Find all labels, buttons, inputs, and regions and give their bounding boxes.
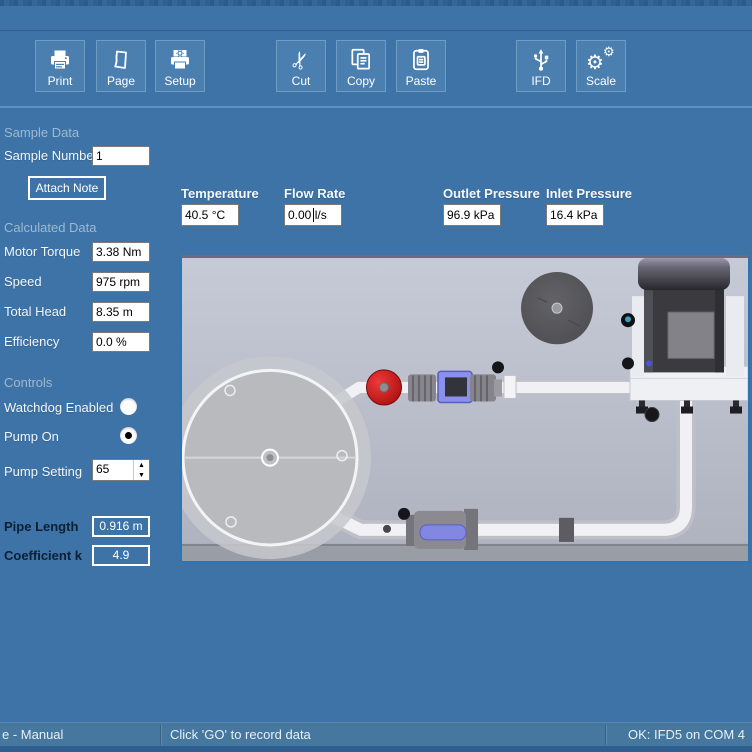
scissors-icon: ✂ [277, 45, 325, 75]
printer-icon [36, 45, 84, 75]
watchdog-enabled-label: Watchdog Enabled [4, 400, 113, 415]
motor-torque-value: 3.38 Nm [92, 242, 150, 262]
flow-control-valve-red [367, 370, 402, 405]
setup-button-label: Setup [164, 75, 195, 88]
efficiency-value: 0.0 % [92, 332, 150, 352]
cut-button[interactable]: ✂ Cut [276, 40, 326, 92]
page-icon [97, 45, 145, 75]
total-head-label: Total Head [4, 304, 66, 319]
pipe-clamp-band [559, 518, 574, 542]
outlet-pressure-value: 96.9 kPa [443, 204, 501, 226]
efficiency-label: Efficiency [4, 334, 59, 349]
status-divider [160, 725, 161, 745]
paste-button-label: Paste [406, 75, 437, 88]
print-button[interactable]: Print [35, 40, 85, 92]
print-setup-icon [156, 45, 204, 75]
inlet-pressure-label: Inlet Pressure [546, 186, 632, 201]
orifice-plate-disk [521, 272, 593, 344]
scale-button-label: Scale [586, 75, 616, 88]
speed-value: 975 rpm [92, 272, 150, 292]
temperature-label: Temperature [181, 186, 259, 201]
cut-button-label: Cut [292, 75, 311, 88]
page-button-label: Page [107, 75, 135, 88]
scale-button[interactable]: ⚙⚙ Scale [576, 40, 626, 92]
paste-icon [397, 45, 445, 75]
attach-note-button[interactable]: Attach Note [28, 176, 106, 200]
text-caret [313, 208, 314, 222]
ifd-button-label: IFD [531, 75, 550, 88]
copy-button[interactable]: Copy [336, 40, 386, 92]
usb-icon [517, 45, 565, 75]
ifd-button[interactable]: IFD [516, 40, 566, 92]
copy-icon [337, 45, 385, 75]
pump-app-window: Print Page Setup ✂ Cut [0, 0, 752, 752]
motor-torque-label: Motor Torque [4, 244, 80, 259]
stepper-up-arrow[interactable]: ▲ [134, 460, 149, 470]
status-bar: e - Manual Click 'GO' to record data OK:… [0, 722, 752, 747]
watchdog-enabled-radio[interactable] [120, 398, 137, 415]
pump-on-radio[interactable] [120, 427, 137, 444]
rig-diagram-panel [180, 255, 750, 563]
copy-button-label: Copy [347, 75, 375, 88]
status-divider [605, 725, 606, 745]
stepper-down-arrow[interactable]: ▼ [134, 470, 149, 480]
flow-rate-label: Flow Rate [284, 186, 345, 201]
page-button[interactable]: Page [96, 40, 146, 92]
sample-number-input[interactable] [92, 146, 150, 166]
coefficient-k-value: 4.9 [92, 545, 150, 566]
gate-valve-blue-handle [406, 509, 478, 550]
controls-header: Controls [4, 375, 52, 390]
print-button-label: Print [48, 75, 73, 88]
coefficient-k-label: Coefficient k [4, 548, 82, 563]
toolbar-bottom-divider [0, 106, 752, 108]
pump-setting-value: 65 [96, 462, 109, 476]
paste-button[interactable]: Paste [396, 40, 446, 92]
pipe-length-label: Pipe Length [4, 519, 78, 534]
window-bottom-strip [0, 746, 752, 752]
gears-icon: ⚙⚙ [577, 45, 625, 75]
status-mode: e - Manual [2, 723, 63, 747]
status-hint: Click 'GO' to record data [170, 723, 311, 747]
pump-motor [632, 258, 744, 376]
setup-button[interactable]: Setup [155, 40, 205, 92]
status-connection: OK: IFD5 on COM 4 [628, 723, 745, 747]
toolbar-top-divider [0, 30, 752, 31]
union-coupling [408, 374, 436, 401]
pump-on-label: Pump On [4, 429, 59, 444]
pipe-length-value: 0.916 m [92, 516, 150, 537]
speed-label: Speed [4, 274, 42, 289]
total-head-value: 8.35 m [92, 302, 150, 322]
inlet-pressure-value: 16.4 kPa [546, 204, 604, 226]
pump-setting-stepper[interactable]: 65 ▲ ▼ [92, 459, 150, 481]
motor-label-plate [668, 312, 714, 358]
pipe-fitting-blue [438, 371, 472, 402]
temperature-value: 40.5 °C [181, 204, 239, 226]
outlet-pressure-label: Outlet Pressure [443, 186, 540, 201]
calculated-data-header: Calculated Data [4, 220, 97, 235]
pump-setting-label: Pump Setting [4, 464, 82, 479]
sample-data-header: Sample Data [4, 125, 79, 140]
sample-number-label: Sample Number [4, 148, 98, 163]
window-top-strip [0, 0, 752, 6]
